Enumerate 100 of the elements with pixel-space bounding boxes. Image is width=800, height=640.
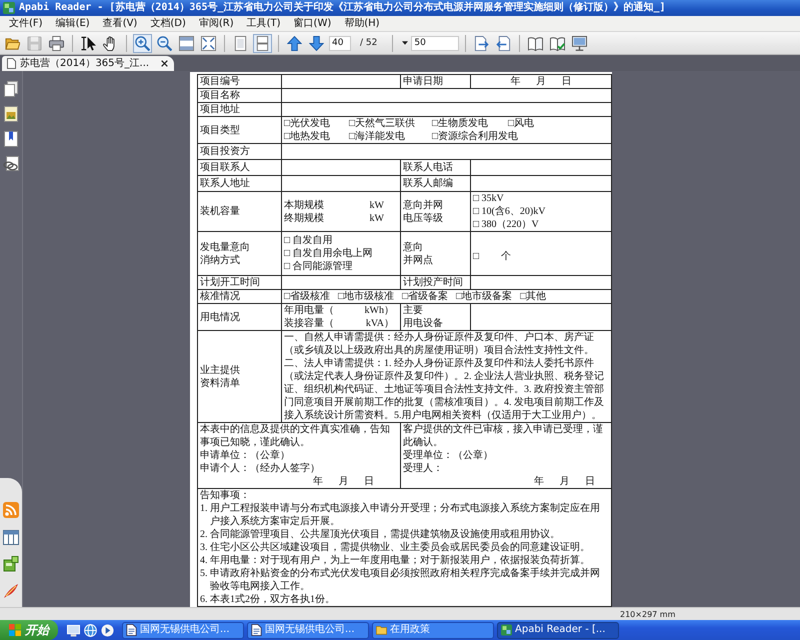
zoom-out-button[interactable]	[155, 34, 174, 52]
field-label: 用电设备	[403, 317, 443, 330]
usage-label: 装接容量（	[284, 317, 334, 330]
taskbar-item[interactable]: 在用政策	[372, 622, 494, 638]
text-select-icon	[81, 36, 96, 50]
signature-line: 受理人：	[403, 462, 444, 475]
taskbar-item[interactable]: 国网无锡供电公司...	[122, 622, 244, 638]
consumption-option: □ 自发自用余电上网	[284, 247, 373, 260]
type-option: □天然气三联供	[349, 117, 416, 130]
scale-label: 本期规模	[284, 198, 324, 212]
document-icon	[7, 58, 16, 69]
printer-icon	[49, 36, 64, 50]
menu-item[interactable]: 窗口(W)	[288, 17, 336, 30]
menu-item[interactable]: 查看(V)	[98, 17, 142, 30]
voltage-option: □ 35kV	[473, 192, 504, 205]
signature-line: 受理单位：（公章）	[403, 449, 494, 462]
note-item: 1. 用户工程报装申请与分布式电源接入申请分开受理；分布式电源接入系统方案制定应在用户接入系统方案审定后开展。	[200, 502, 601, 528]
type-option: □资源综合利用发电	[432, 130, 518, 143]
fit-width-icon	[179, 36, 194, 50]
down-arrow-icon	[309, 36, 324, 50]
zoom-in-button[interactable]	[133, 34, 152, 52]
field-label: 项目编号	[200, 76, 240, 87]
unit-label: kW	[370, 212, 384, 224]
page-size: 210×297 mm	[620, 610, 676, 618]
taskbar-item[interactable]: Apabi Reader - [...	[497, 622, 619, 638]
print-button[interactable]	[47, 34, 66, 52]
calendar-icon[interactable]	[3, 529, 19, 545]
notes-title: 告知事项：	[200, 489, 251, 502]
declaration-text: 本表中的信息及提供的文件真实准确，告知事项已知晓，谨此确认。	[200, 423, 391, 449]
approval-option: □省级备案	[402, 290, 448, 303]
previous-page-button[interactable]	[285, 34, 304, 52]
menu-item[interactable]: 帮助(H)	[339, 17, 385, 30]
desktop-icon[interactable]	[67, 624, 80, 636]
image-document-icon[interactable]	[3, 106, 19, 122]
scale-label: 终期规模	[284, 212, 324, 224]
continuous-pages-button[interactable]	[253, 34, 272, 52]
field-label: 核准情况	[200, 291, 240, 302]
menu-item[interactable]: 文件(F)	[4, 17, 48, 30]
page-arrow-icon	[496, 36, 512, 50]
feather-icon[interactable]	[3, 583, 19, 599]
page-number-field[interactable]: 40	[329, 36, 351, 50]
page-count: / 52	[359, 38, 378, 48]
page-icon	[233, 36, 248, 50]
toolbar-button[interactable]	[472, 34, 492, 52]
note-item: 5. 申请政府补贴资金的分布式光伏发电项目必须按照政府相关程序完成备案手续并完成并网验收等电网接入工作。	[200, 567, 601, 593]
note-item: 6. 本表1式2份，双方各执1份。	[200, 593, 336, 606]
folder-icon	[5, 36, 20, 50]
menu-item[interactable]: 审阅(R)	[194, 17, 239, 30]
field-label: 联系人地址	[200, 178, 250, 189]
option-mark: □	[473, 250, 480, 263]
field-label: 项目类型	[200, 124, 240, 136]
voltage-option: □ 10(含6、20)kV	[473, 205, 546, 218]
unit-label: kWh）	[364, 304, 394, 317]
close-icon[interactable]	[161, 60, 168, 67]
document-tab[interactable]: 苏电营（2014）365号_江...	[2, 56, 174, 71]
window-title: Apabi Reader - [苏电营（2014）365号_江苏省电力公司关于印发《江苏省电力公司分布式电源并网服务管理实施细则（修订版）》的通知_]	[19, 1, 666, 15]
requirement-text: 一、自然人申请需提供：经办人身份证原件及复印件、户口本、房产证（或乡镇及以上级政府出具的房屋使用证明）项目合法性支持性文件。	[284, 331, 595, 357]
document-icon	[126, 624, 137, 636]
zoom-out-icon	[157, 36, 172, 50]
windows-logo-icon	[9, 624, 21, 636]
type-option: □海洋能发电	[349, 130, 406, 143]
type-option: □光伏发电	[284, 117, 330, 130]
type-option: □风电	[508, 117, 534, 130]
type-option: □生物质发电	[432, 117, 488, 130]
bookmark-document-icon[interactable]	[3, 131, 19, 147]
approval-option: □其他	[520, 290, 546, 303]
fit-width-button[interactable]	[177, 34, 196, 52]
package-icon[interactable]	[3, 556, 19, 572]
field-label: 申请日期	[403, 76, 443, 87]
approval-option: □省级核准	[284, 290, 330, 303]
folder-icon	[376, 624, 387, 636]
usage-label: 年用电量（	[284, 304, 334, 317]
zoom-field[interactable]: 50	[411, 36, 460, 50]
toolbar-button[interactable]	[570, 34, 590, 52]
field-label: 项目联系人	[200, 162, 250, 173]
menu-item[interactable]: 编辑(E)	[50, 17, 95, 30]
note-item: 3. 住宅小区公共区域建设项目，需提供物业、业主委员会或居民委员会的同意建设证明。	[200, 541, 591, 554]
caret-icon[interactable]	[402, 41, 408, 45]
fit-page-button[interactable]	[199, 34, 218, 52]
field-label: 计划投产时间	[403, 277, 463, 288]
app-icon	[501, 624, 512, 636]
field-label: 业主提供资料清单	[200, 364, 241, 390]
next-page-button[interactable]	[307, 34, 326, 52]
document-icon[interactable]	[3, 81, 19, 97]
date-text: 年 月 日	[313, 476, 374, 487]
taskbar-item[interactable]: 国网无锡供电公司...	[247, 622, 369, 638]
globe-icon[interactable]	[84, 624, 97, 636]
book-check-icon	[550, 36, 566, 50]
menu-item[interactable]: 工具(T)	[242, 17, 286, 30]
approval-option: □地市级核准	[338, 290, 394, 303]
consumption-option: □ 自发自用	[284, 234, 333, 247]
date-text: 年 月 日	[534, 476, 595, 487]
play-icon[interactable]	[101, 624, 114, 636]
field-label: 用电情况	[200, 312, 240, 322]
link-document-icon[interactable]	[3, 156, 19, 172]
document-icon	[251, 624, 262, 636]
unit-label: kVA）	[366, 317, 394, 330]
menu-item[interactable]: 文档(D)	[145, 17, 191, 30]
consumption-option: □ 合同能源管理	[284, 260, 353, 273]
field-label: 计划开工时间	[200, 277, 260, 288]
